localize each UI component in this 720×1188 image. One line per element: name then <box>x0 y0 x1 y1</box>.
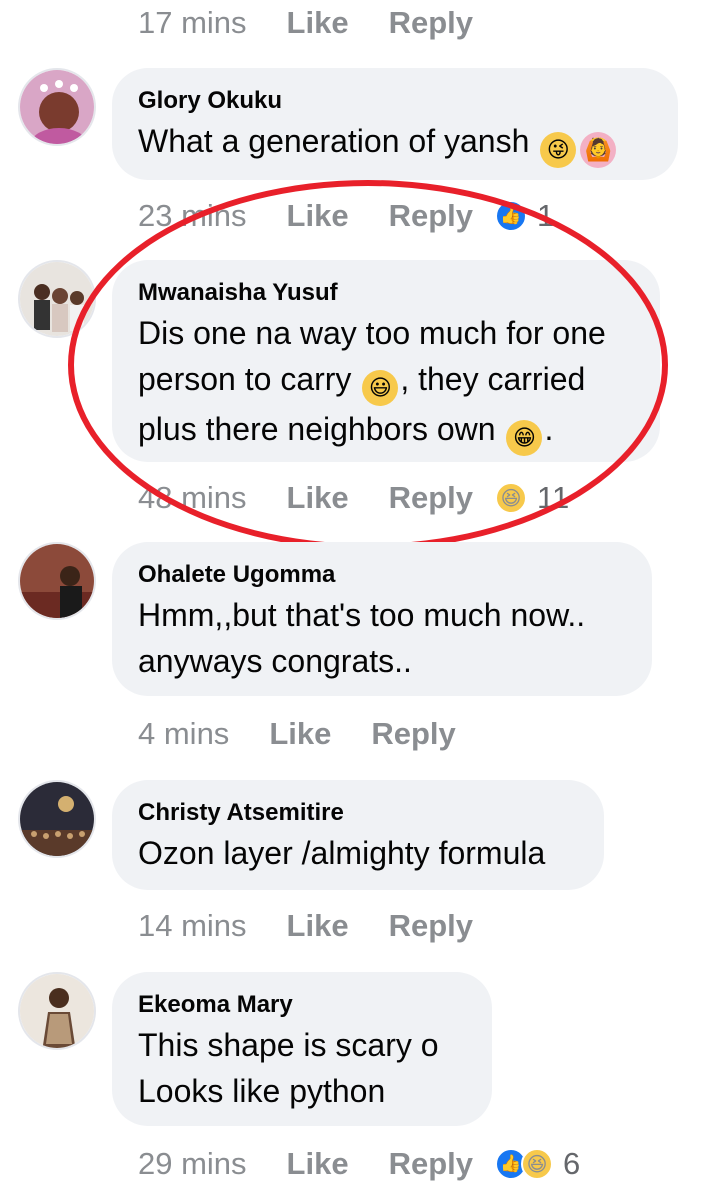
comment-time: 17 mins <box>138 5 247 40</box>
comment-meta: 29 mins Like Reply 👍 😆 6 <box>138 1144 580 1184</box>
avatar[interactable] <box>18 972 96 1050</box>
reply-button[interactable]: Reply <box>389 908 473 944</box>
reply-button[interactable]: Reply <box>389 1146 473 1182</box>
like-icon: 👍 <box>495 200 527 232</box>
comment-text-content: What a generation of yansh <box>138 123 530 159</box>
avatar[interactable] <box>18 260 96 338</box>
comment-line: Hmm,,but that's too much now.. <box>138 597 586 633</box>
beaming-face-emoji-icon: 😁 <box>506 420 543 456</box>
reaction-count: 6 <box>563 1146 581 1181</box>
comment-time: 23 mins <box>138 198 247 233</box>
commenter-name[interactable]: Ohalete Ugomma <box>138 560 626 590</box>
comment-line: This shape is scary o <box>138 1027 439 1063</box>
comment-text: Dis one na way too much for one person t… <box>138 310 640 456</box>
commenter-name[interactable]: Christy Atsemitire <box>138 798 578 828</box>
haha-icon: 😆 <box>521 1148 553 1180</box>
like-button[interactable]: Like <box>287 908 349 944</box>
comment-meta: 4 mins Like Reply <box>138 714 456 754</box>
commenter-name[interactable]: Ekeoma Mary <box>138 990 466 1020</box>
commenter-name[interactable]: Mwanaisha Yusuf <box>138 278 640 308</box>
comment-meta: 48 mins Like Reply 😆 11 <box>138 478 569 518</box>
like-button[interactable]: Like <box>287 1146 349 1182</box>
comment-meta: 14 mins Like Reply <box>138 906 473 946</box>
avatar[interactable] <box>18 68 96 146</box>
commenter-name[interactable]: Glory Okuku <box>138 86 652 116</box>
like-button[interactable]: Like <box>287 5 349 41</box>
comment-time: 14 mins <box>138 908 247 943</box>
comment-bubble: Christy Atsemitire Ozon layer /almighty … <box>112 780 604 890</box>
reaction-summary[interactable]: 😆 11 <box>495 480 569 516</box>
comment-meta-top: 17 mins Like Reply <box>138 3 473 43</box>
comment-bubble: Ekeoma Mary This shape is scary o Looks … <box>112 972 492 1126</box>
comment-bubble: Glory Okuku What a generation of yansh 😜… <box>112 68 678 180</box>
reply-button[interactable]: Reply <box>389 5 473 41</box>
reply-button[interactable]: Reply <box>389 480 473 516</box>
comment-bubble: Mwanaisha Yusuf Dis one na way too much … <box>112 260 660 462</box>
comment-text: Hmm,,but that's too much now.. anyways c… <box>138 592 626 684</box>
reaction-summary[interactable]: 👍 😆 6 <box>495 1146 580 1182</box>
comment-time: 4 mins <box>138 716 230 751</box>
reply-button[interactable]: Reply <box>389 198 473 234</box>
comment-text: This shape is scary o Looks like python <box>138 1022 466 1114</box>
person-gesturing-ok-emoji-icon: 🙆 <box>580 132 617 168</box>
comment-line: Looks like python <box>138 1073 386 1109</box>
reply-button[interactable]: Reply <box>371 716 455 752</box>
haha-icon: 😆 <box>495 482 527 514</box>
comment-time: 48 mins <box>138 480 247 515</box>
comment-bubble: Ohalete Ugomma Hmm,,but that's too much … <box>112 542 652 696</box>
like-button[interactable]: Like <box>269 716 331 752</box>
comment-line: anyways congrats.. <box>138 643 412 679</box>
grinning-face-emoji-icon: 😃 <box>362 370 399 406</box>
like-button[interactable]: Like <box>287 198 349 234</box>
winking-tongue-emoji-icon: 😜 <box>540 132 577 168</box>
comment-text-part: . <box>544 411 554 447</box>
avatar[interactable] <box>18 542 96 620</box>
avatar[interactable] <box>18 780 96 858</box>
reaction-summary[interactable]: 👍 1 <box>495 198 554 234</box>
comment-text: Ozon layer /almighty formula <box>138 835 546 871</box>
reaction-count: 11 <box>537 480 570 515</box>
comment-meta: 23 mins Like Reply 👍 1 <box>138 196 554 236</box>
comment-text: What a generation of yansh 😜 🙆 <box>138 118 652 168</box>
like-button[interactable]: Like <box>287 480 349 516</box>
reaction-count: 1 <box>537 198 555 233</box>
comment-time: 29 mins <box>138 1146 247 1181</box>
